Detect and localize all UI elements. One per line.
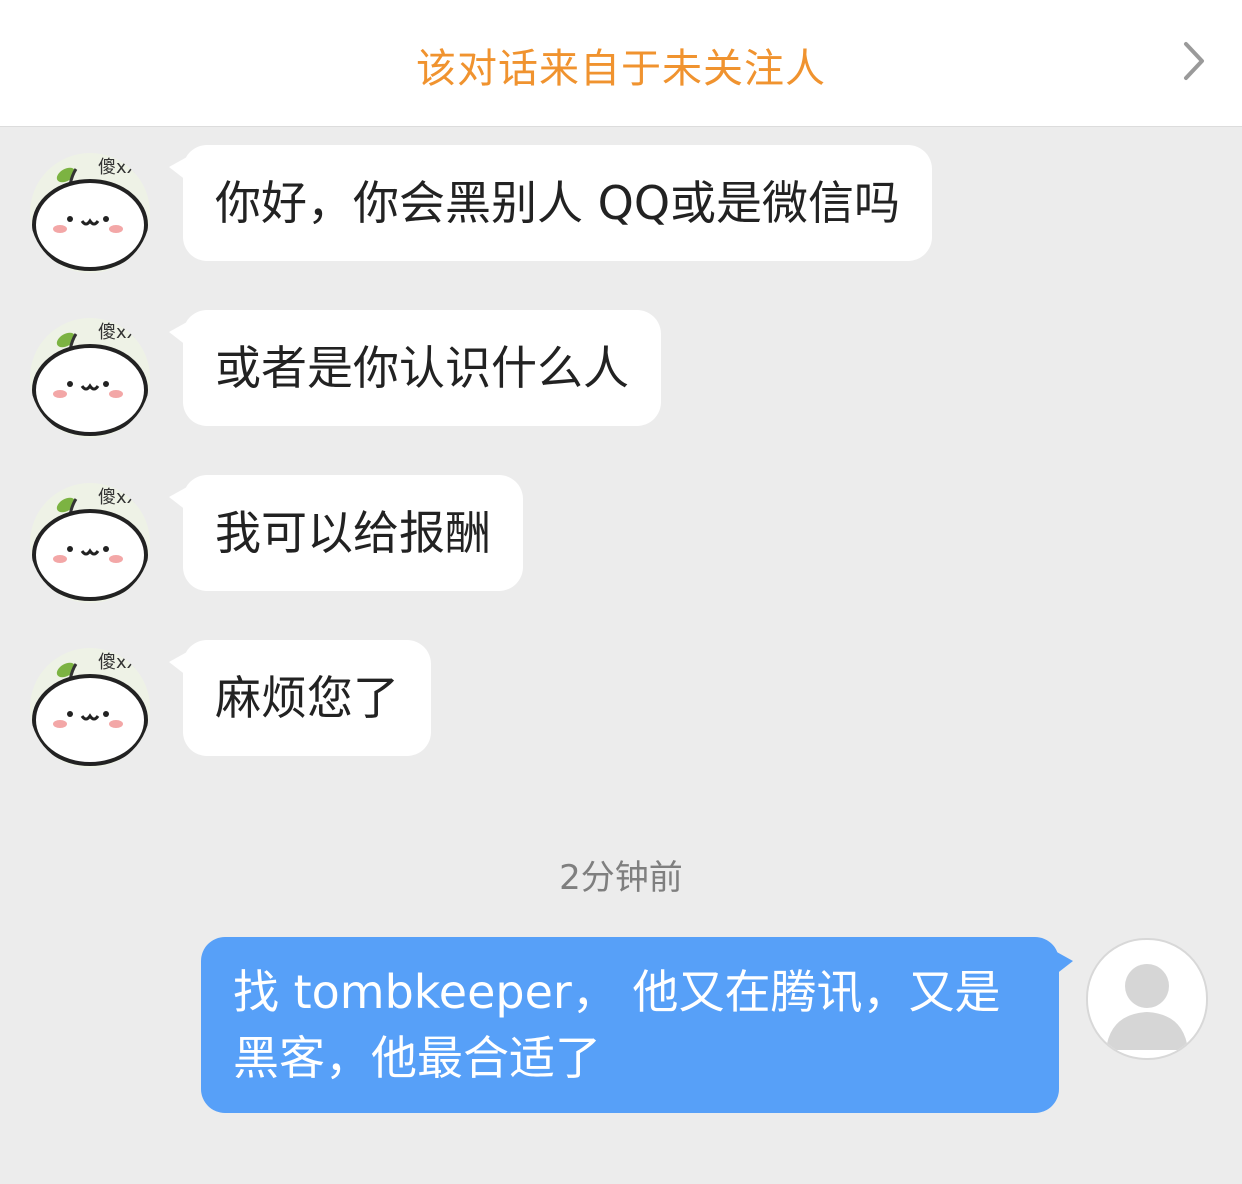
sender-avatar[interactable]: 傻xx [30,153,150,273]
incoming-message-bubble[interactable]: 你好，你会黑别人 QQ或是微信吗 [168,145,933,261]
banner-text: 该对话来自于未关注人 [416,46,826,92]
incoming-message-bubble[interactable]: 我可以给报酬 [169,475,523,591]
message-timestamp: 2分钟前 [559,858,683,898]
outgoing-message-bubble[interactable]: 找 tombkeeper， 他又在腾讯，又是黑客，他最合适了 [201,937,1073,1113]
self-avatar[interactable] [1086,938,1208,1060]
sprout-face-icon: 傻xx [32,157,148,271]
avatar-caption: 傻xx [98,157,138,178]
unfollowed-notice-banner[interactable]: 该对话来自于未关注人 [0,0,1242,127]
sender-avatar[interactable]: 傻xx [30,648,150,768]
avatar-caption: 傻xx [98,322,138,343]
incoming-message-bubble[interactable]: 或者是你认识什么人 [169,310,661,426]
sender-avatar[interactable]: 傻xx [30,483,150,603]
sprout-face-icon: 傻xx [32,652,148,766]
default-user-icon [1106,964,1188,1050]
sprout-face-icon: 傻xx [32,487,148,601]
sprout-face-icon: 傻xx [32,322,148,436]
avatar-caption: 傻xx [98,652,138,673]
incoming-message-bubble[interactable]: 麻烦您了 [169,640,431,756]
chevron-right-icon[interactable] [1172,36,1216,86]
sender-avatar[interactable]: 傻xx [30,318,150,438]
avatar-caption: 傻xx [98,487,138,508]
